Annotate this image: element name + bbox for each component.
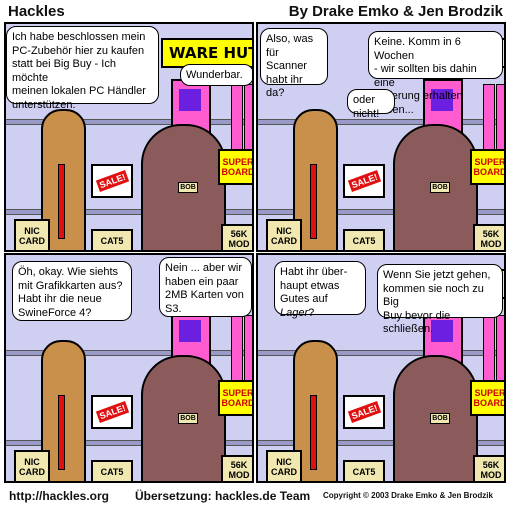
super-board-box: SUPER BOARD xyxy=(218,380,252,416)
name-badge: BOB xyxy=(430,413,450,424)
nic-card-box: NIC CARD xyxy=(14,450,50,481)
bubble-text: Nein ... aber wir haben ein paar 2MB Kar… xyxy=(165,262,244,315)
nic-card-box: NIC CARD xyxy=(266,219,302,250)
comic-panel-4: HABOBSALE!SUPER BOARDCAT5NIC CARD56K MOD… xyxy=(256,253,506,483)
modem-box: 56K MOD xyxy=(473,455,504,481)
cat5-box: CAT5 xyxy=(343,229,385,250)
speech-bubble: Öh, okay. Wie siehts mit Grafikkarten au… xyxy=(12,261,132,321)
super-board-box: SUPER BOARD xyxy=(218,149,252,185)
name-badge: BOB xyxy=(178,182,198,193)
name-badge: BOB xyxy=(430,182,450,193)
sale-label: SALE! xyxy=(95,170,129,192)
comic-title: Hackles xyxy=(8,3,65,20)
modem-box: 56K MOD xyxy=(221,224,252,250)
name-badge: BOB xyxy=(178,413,198,424)
comic-footer: http://hackles.org Übersetzung: hackles.… xyxy=(0,487,511,507)
super-board-box: SUPER BOARD xyxy=(470,149,504,185)
bubble-text: Öh, okay. Wie siehts mit Grafikkarten au… xyxy=(18,266,123,319)
speech-bubble: Ich habe beschlossen mein PC-Zubehör hie… xyxy=(6,26,159,111)
red-tie xyxy=(58,395,65,470)
red-tie xyxy=(58,164,65,239)
bubble-text: oder nicht! xyxy=(353,94,380,120)
super-board-box: SUPER BOARD xyxy=(470,380,504,416)
copyright: Copyright © 2003 Drake Emko & Jen Brodzi… xyxy=(323,491,493,500)
comic-panel-2: HBOBSALE!SUPER BOARDCAT5NIC CARD56K MODA… xyxy=(256,22,506,252)
bubble-text: Ich habe beschlossen mein PC-Zubehör hie… xyxy=(12,31,146,111)
speech-bubble: oder nicht! xyxy=(347,89,395,120)
bubble-text: Habt ihr über- haupt etwas Gutes auf xyxy=(280,266,348,305)
sale-sign: SALE! xyxy=(343,164,385,198)
site-link[interactable]: http://hackles.org xyxy=(9,489,109,503)
speech-bubble: Wenn Sie jetzt gehen, kommen sie noch zu… xyxy=(377,264,503,335)
speech-bubble: Wunderbar. xyxy=(180,64,252,86)
comic-header: Hackles By Drake Emko & Jen Brodzik xyxy=(0,0,511,22)
cat5-box: CAT5 xyxy=(91,229,133,250)
bubble-text: Wunderbar. xyxy=(186,69,243,81)
modem-box: 56K MOD xyxy=(221,455,252,481)
sale-label: SALE! xyxy=(347,401,381,423)
nic-card-box: NIC CARD xyxy=(266,450,302,481)
sale-label: SALE! xyxy=(95,401,129,423)
bubble-emphasis: Lager xyxy=(280,306,309,319)
cat5-box: CAT5 xyxy=(343,460,385,481)
bubble-text: Also, was für Scanner habt ihr da? xyxy=(266,33,314,99)
red-tie xyxy=(310,164,317,239)
speech-bubble: Keine. Komm in 6 Wochen - wir sollten bi… xyxy=(368,31,503,116)
comic-authors: By Drake Emko & Jen Brodzik xyxy=(288,3,503,20)
bubble-text: ? xyxy=(308,306,315,319)
sale-sign: SALE! xyxy=(343,395,385,429)
sale-sign: SALE! xyxy=(91,164,133,198)
comic-panel-1: WARE HUTTBOBSALE!SUPER BOARDCAT5NIC CARD… xyxy=(4,22,254,252)
sale-sign: SALE! xyxy=(91,395,133,429)
sale-label: SALE! xyxy=(347,170,381,192)
speech-bubble: Nein ... aber wir haben ein paar 2MB Kar… xyxy=(159,257,252,317)
modem-box: 56K MOD xyxy=(473,224,504,250)
comic-panel-3: RDWBOBSALE!SUPER BOARDCAT5NIC CARD56K MO… xyxy=(4,253,254,483)
translation-credit: Übersetzung: hackles.de Team xyxy=(135,489,311,503)
nic-card-box: NIC CARD xyxy=(14,219,50,250)
speech-bubble: Habt ihr über- haupt etwas Gutes auf Lag… xyxy=(274,261,366,319)
speech-bubble: Also, was für Scanner habt ihr da? xyxy=(260,28,328,99)
red-tie xyxy=(310,395,317,470)
cat5-box: CAT5 xyxy=(91,460,133,481)
